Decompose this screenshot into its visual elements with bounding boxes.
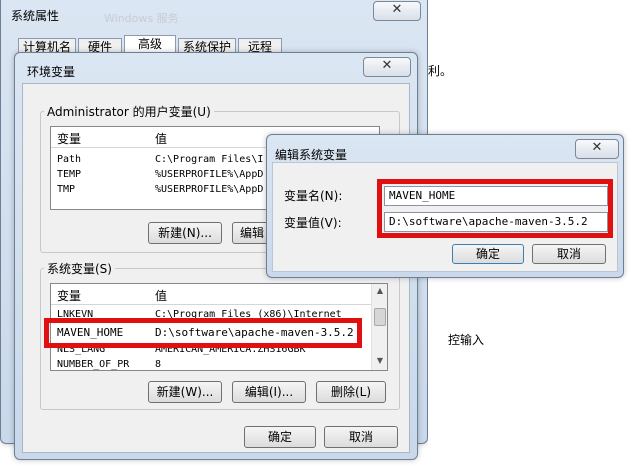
environment-cancel-button[interactable]: 取消	[324, 426, 398, 448]
edit-dialog-close-button[interactable]: ✕	[575, 139, 619, 159]
column-header-value: 值	[155, 289, 168, 303]
scroll-thumb[interactable]	[374, 308, 386, 326]
system-properties-close-button[interactable]: ✕	[373, 1, 421, 21]
user-variables-label: Administrator 的用户变量(U)	[44, 103, 214, 120]
background-text-2: 控输入	[448, 333, 485, 347]
close-icon: ✕	[391, 2, 403, 17]
close-icon: ✕	[591, 140, 603, 155]
variable-name-label: 变量名(N):	[284, 189, 343, 203]
system-edit-button[interactable]: 编辑(I)...	[232, 381, 306, 403]
environment-variables-title: 环境变量	[27, 65, 76, 79]
highlight-edit-fields	[377, 179, 613, 238]
system-variables-scrollbar[interactable]: ▲ ▼	[371, 284, 387, 370]
system-delete-button[interactable]: 删除(L)	[316, 381, 386, 403]
scroll-up-icon[interactable]: ▲	[372, 286, 387, 295]
scroll-down-icon[interactable]: ▼	[372, 356, 387, 365]
environment-ok-button[interactable]: 确定	[244, 426, 316, 448]
system-properties-title: 系统属性	[11, 9, 60, 23]
background-text-1: 利。	[428, 64, 453, 78]
edit-cancel-button[interactable]: 取消	[532, 244, 606, 264]
system-variables-label: 系统变量(S)	[44, 260, 115, 277]
system-new-button[interactable]: 新建(W)...	[148, 381, 222, 403]
close-icon: ✕	[381, 58, 393, 73]
column-header-variable: 变量	[57, 289, 82, 303]
background-window-title: Windows 服务	[104, 12, 179, 25]
table-row[interactable]: NUMBER_OF_PR 8	[51, 359, 371, 370]
user-new-button[interactable]: 新建(N)...	[148, 222, 222, 244]
column-header-value: 值	[155, 132, 168, 146]
column-header-variable: 变量	[57, 132, 82, 146]
variable-value-label: 变量值(V):	[284, 216, 342, 230]
system-variables-header: 变量 值	[51, 284, 387, 305]
edit-system-variable-title: 编辑系统变量	[275, 148, 348, 162]
environment-variables-close-button[interactable]: ✕	[363, 57, 411, 77]
edit-ok-button[interactable]: 确定	[452, 244, 524, 264]
highlight-maven-home-row	[44, 318, 362, 348]
